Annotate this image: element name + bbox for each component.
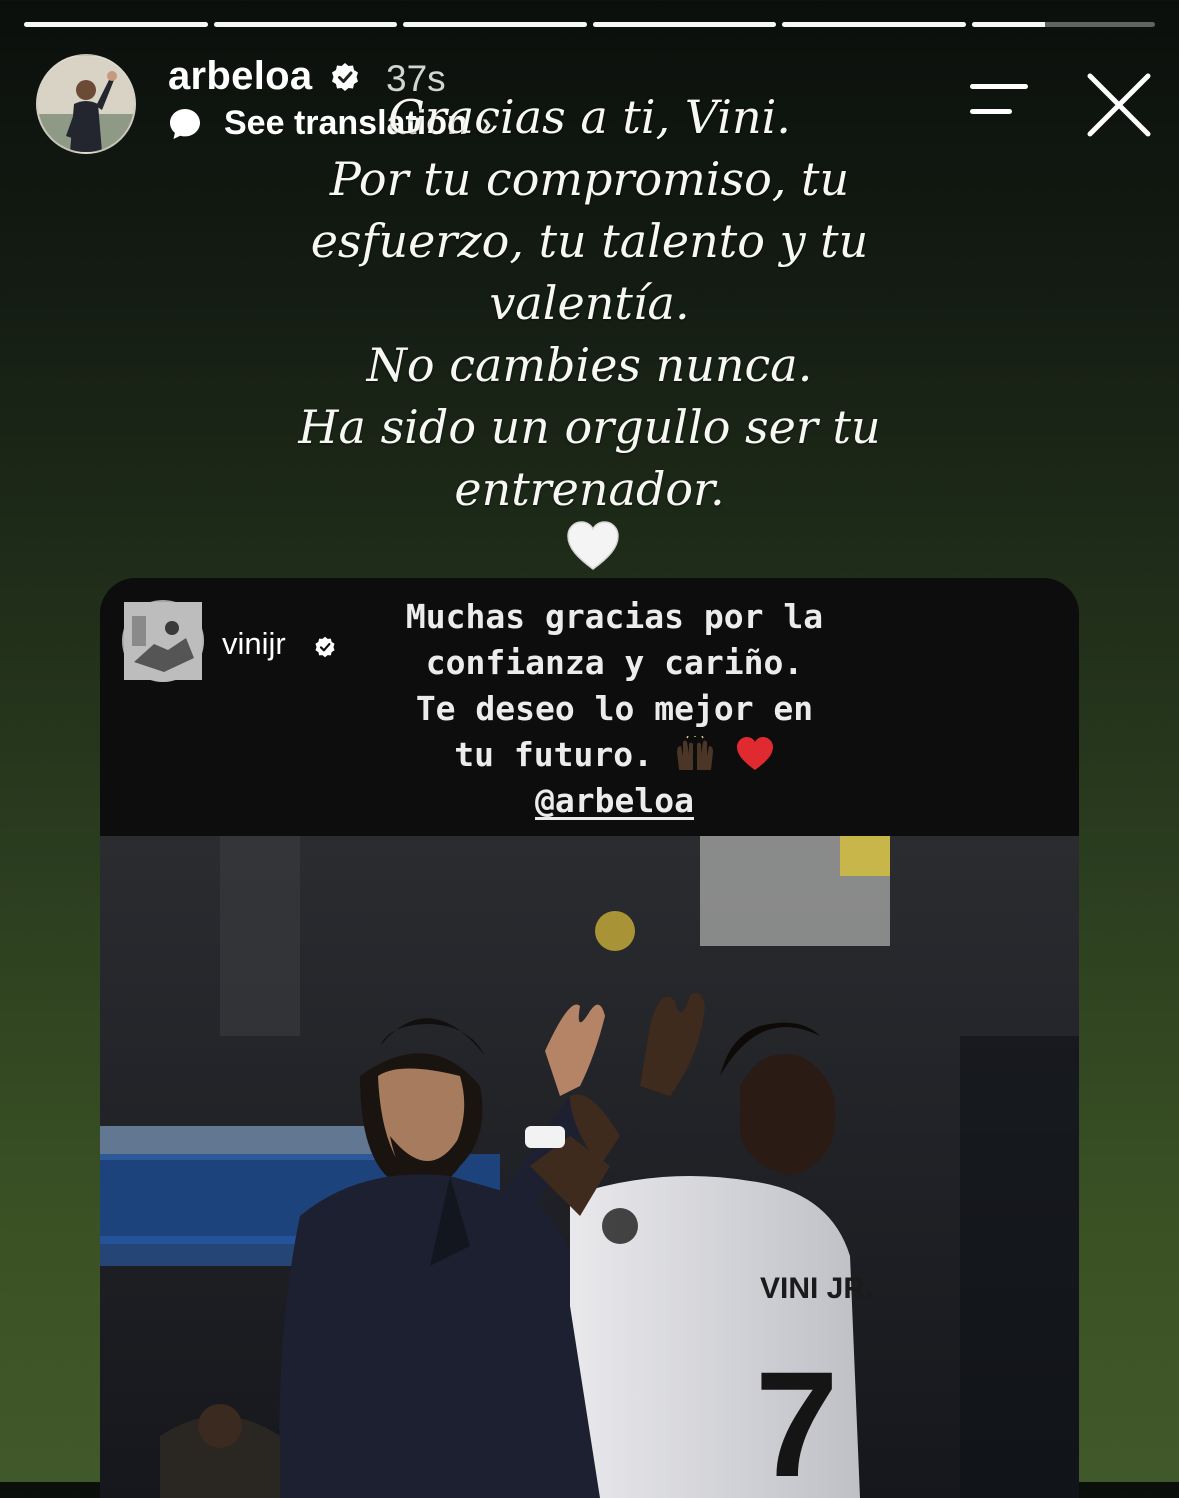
profile-avatar[interactable]	[36, 54, 136, 154]
shared-story-username[interactable]: vinijr	[222, 626, 286, 662]
shared-story-card[interactable]: vinijr Muchas gracias por la confianza y…	[100, 578, 1079, 1498]
shared-story-text: Muchas gracias por la confianza y cariño…	[290, 594, 939, 824]
avatar-photo	[38, 56, 134, 152]
caption-line: valentía.	[489, 276, 690, 330]
shared-story-photo: VINI JR. 7	[100, 836, 1079, 1498]
caption-line: entrenador.	[454, 462, 725, 516]
celebration-photo: VINI JR. 7	[100, 836, 1079, 1498]
story-progress-bar	[24, 22, 1155, 28]
shared-story-avatar[interactable]	[122, 600, 204, 682]
caption-line: Por tu compromiso, tu	[329, 152, 850, 206]
caption-line: No cambies nunca.	[366, 338, 813, 392]
red-heart-emoji-icon	[736, 737, 773, 770]
progress-segment	[213, 22, 397, 27]
progress-segment	[592, 22, 776, 27]
progress-segment	[782, 22, 966, 27]
shared-text-line: Te deseo lo mejor en	[415, 689, 814, 728]
caption-line: esfuerzo, tu talento y tu	[310, 214, 869, 268]
progress-segment-current	[971, 22, 1155, 27]
raising-hands-emoji-icon	[676, 736, 713, 770]
shared-text-line: confianza y cariño.	[425, 643, 804, 682]
progress-segment	[24, 22, 208, 27]
shared-text-line: Muchas gracias por la	[405, 597, 824, 636]
caption-line: Gracias a ti, Vini.	[388, 90, 791, 144]
white-heart-emoji-icon	[567, 521, 619, 570]
jersey-name: VINI JR.	[760, 1272, 873, 1305]
story-caption: Gracias a ti, Vini. Por tu compromiso, t…	[180, 86, 999, 520]
mini-avatar-photo	[124, 602, 202, 680]
jersey-number: 7	[755, 1340, 838, 1498]
close-icon[interactable]	[1084, 70, 1154, 140]
shared-story-header: vinijr Muchas gracias por la confianza y…	[100, 578, 1079, 836]
mention-link[interactable]: @arbeloa	[290, 778, 939, 824]
shared-text-line: tu futuro.	[454, 735, 653, 774]
progress-segment	[403, 22, 587, 27]
caption-line: Ha sido un orgullo ser tu	[298, 400, 881, 454]
shared-text-line-with-emoji: tu futuro.	[290, 732, 939, 778]
